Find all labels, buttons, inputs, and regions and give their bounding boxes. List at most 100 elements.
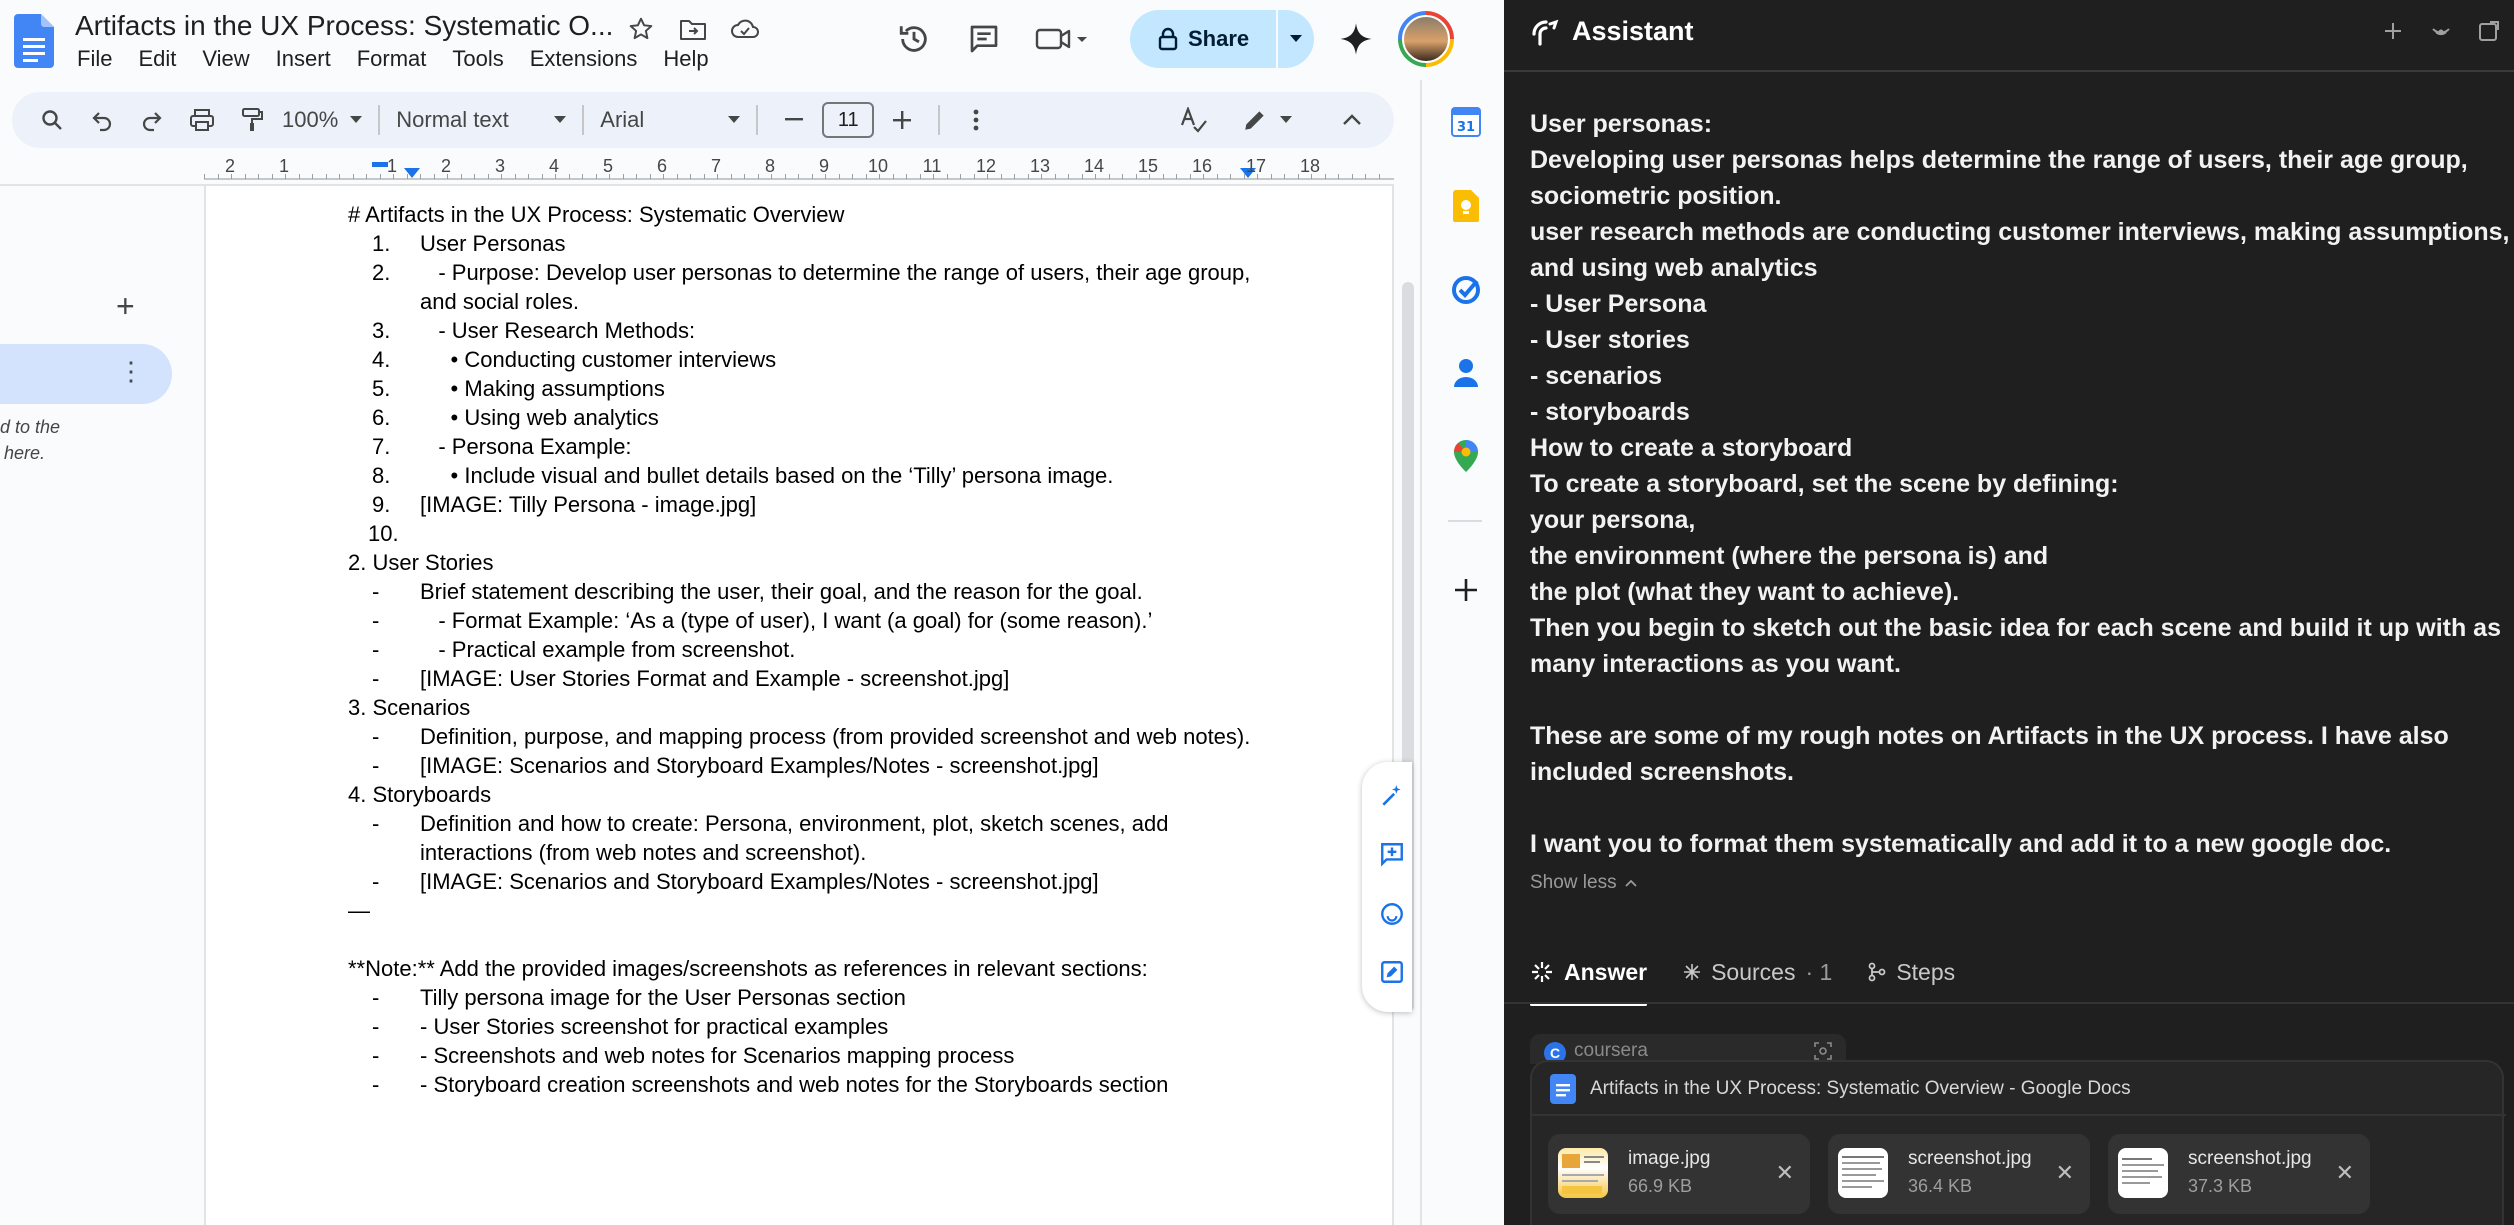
tasks-icon[interactable] — [1450, 274, 1482, 306]
get-addons-plus-icon[interactable] — [1450, 574, 1482, 606]
move-folder-icon[interactable] — [676, 12, 710, 46]
document-body[interactable]: # Artifacts in the UX Process: Systemati… — [348, 200, 1358, 1099]
vertical-scrollbar[interactable] — [1398, 186, 1420, 1225]
document-line[interactable]: 7. - Persona Example: — [348, 432, 1358, 461]
help-me-write-icon[interactable] — [1378, 782, 1406, 810]
broadcast-icon[interactable] — [2428, 18, 2454, 44]
account-avatar[interactable] — [1398, 11, 1454, 67]
horizontal-ruler[interactable]: 2 1 1 2 3 4 5 6 7 8 9 10 11 12 13 14 15 16 17 18 — [204, 156, 1394, 184]
open-in-window-icon[interactable] — [2476, 18, 2502, 44]
document-line[interactable]: 2. - Purpose: Develop user personas to d… — [348, 258, 1358, 287]
menu-insert[interactable]: Insert — [276, 46, 331, 72]
screenshot-capture-icon[interactable] — [1814, 1042, 1832, 1060]
share-dropdown-button[interactable] — [1278, 10, 1314, 68]
document-line[interactable]: 5. • Making assumptions — [348, 374, 1358, 403]
docs-logo-icon[interactable] — [14, 14, 54, 68]
attachment-chip[interactable]: screenshot.jpg 37.3 KB ✕ — [2108, 1134, 2370, 1214]
document-line[interactable]: - - Storyboard creation screenshots and w… — [348, 1070, 1358, 1099]
document-line[interactable]: 4. • Conducting customer interviews — [348, 345, 1358, 374]
tab-options-icon[interactable]: ⋮ — [118, 356, 144, 387]
tab-answer[interactable]: Answer — [1530, 944, 1648, 1006]
document-line[interactable]: interactions (from web notes and screens… — [348, 838, 1358, 867]
menu-edit[interactable]: Edit — [138, 46, 176, 72]
cloud-saved-icon[interactable] — [728, 12, 762, 46]
document-line[interactable]: - Tilly persona image for the User Person… — [348, 983, 1358, 1012]
suggest-edits-icon[interactable] — [1378, 958, 1406, 986]
document-line[interactable]: 3. Scenarios — [348, 693, 1358, 722]
font-size-input[interactable]: 11 — [822, 102, 875, 138]
add-tab-icon[interactable]: + — [116, 288, 135, 325]
more-options-icon[interactable] — [956, 100, 996, 140]
add-emoji-icon[interactable] — [1378, 900, 1406, 928]
print-icon[interactable] — [182, 100, 222, 140]
remove-attachment-close-icon[interactable]: ✕ — [1776, 1160, 1794, 1186]
document-line[interactable]: # Artifacts in the UX Process: Systemati… — [348, 200, 1358, 229]
document-line[interactable]: - Brief statement describing the user, th… — [348, 577, 1358, 606]
document-line[interactable] — [348, 925, 1358, 954]
zoom-dropdown[interactable]: 100% — [282, 100, 363, 140]
document-line[interactable]: - [IMAGE: Scenarios and Storyboard Exampl… — [348, 867, 1358, 896]
menu-format[interactable]: Format — [357, 46, 427, 72]
document-line[interactable]: 3. - User Research Methods: — [348, 316, 1358, 345]
calendar-icon[interactable]: 31 — [1450, 106, 1482, 138]
tab-sources[interactable]: Sources · 1 — [1683, 944, 1832, 1000]
document-line[interactable]: — — [348, 896, 1358, 925]
document-line[interactable]: and social roles. — [348, 287, 1358, 316]
keep-icon[interactable] — [1450, 190, 1482, 222]
document-page[interactable]: # Artifacts in the UX Process: Systemati… — [204, 186, 1394, 1225]
attachment-chip[interactable]: image.jpg 66.9 KB ✕ — [1548, 1134, 1810, 1214]
document-line[interactable]: 4. Storyboards — [348, 780, 1358, 809]
meet-icon[interactable] — [1030, 15, 1094, 63]
context-document[interactable]: Artifacts in the UX Process: Systematic … — [1550, 1074, 2131, 1104]
document-line[interactable]: - - Practical example from screenshot. — [348, 635, 1358, 664]
paragraph-style-dropdown[interactable]: Normal text — [396, 100, 567, 140]
font-family-dropdown[interactable]: Arial — [600, 100, 741, 140]
remove-attachment-close-icon[interactable]: ✕ — [2056, 1160, 2074, 1186]
document-line[interactable]: 9. [IMAGE: Tilly Persona - image.jpg] — [348, 490, 1358, 519]
document-line[interactable]: - [IMAGE: User Stories Format and Example… — [348, 664, 1358, 693]
document-line[interactable]: **Note:** Add the provided images/screen… — [348, 954, 1358, 983]
search-menus-icon[interactable] — [32, 100, 72, 140]
contacts-icon[interactable] — [1450, 356, 1482, 388]
document-line[interactable]: - [IMAGE: Scenarios and Storyboard Exampl… — [348, 751, 1358, 780]
menu-file[interactable]: File — [77, 46, 112, 72]
editing-mode-dropdown[interactable] — [1242, 100, 1292, 140]
undo-icon[interactable] — [82, 100, 122, 140]
document-line[interactable]: - Definition, purpose, and mapping proces… — [348, 722, 1358, 751]
version-history-icon[interactable] — [890, 15, 938, 63]
show-less-toggle[interactable]: Show less — [1530, 872, 1637, 894]
document-line[interactable]: 1. User Personas — [348, 229, 1358, 258]
increase-font-size-icon[interactable] — [882, 100, 922, 140]
document-title[interactable]: Artifacts in the UX Process: Systematic … — [75, 10, 613, 42]
first-line-indent-marker[interactable] — [372, 162, 388, 167]
document-line[interactable]: 2. User Stories — [348, 548, 1358, 577]
add-comment-icon[interactable] — [1378, 840, 1406, 868]
comments-icon[interactable] — [960, 15, 1008, 63]
remove-attachment-close-icon[interactable]: ✕ — [2336, 1160, 2354, 1186]
attachment-chip[interactable]: screenshot.jpg 36.4 KB ✕ — [1828, 1134, 2090, 1214]
hide-menus-chevron-up-icon[interactable] — [1332, 100, 1372, 140]
gemini-icon[interactable] — [1336, 19, 1376, 59]
menu-help[interactable]: Help — [663, 46, 708, 72]
star-icon[interactable] — [624, 12, 658, 46]
document-line[interactable]: - - User Stories screenshot for practical… — [348, 1012, 1358, 1041]
maps-icon[interactable] — [1450, 440, 1482, 472]
spelling-check-icon[interactable] — [1174, 100, 1214, 140]
menu-tools[interactable]: Tools — [452, 46, 503, 72]
menu-view[interactable]: View — [202, 46, 249, 72]
new-thread-plus-icon[interactable] — [2380, 18, 2406, 44]
document-line[interactable]: - - Screenshots and web notes for Scenari… — [348, 1041, 1358, 1070]
document-line[interactable]: 8. • Include visual and bullet details b… — [348, 461, 1358, 490]
document-line[interactable]: 6. • Using web analytics — [348, 403, 1358, 432]
decrease-font-size-icon[interactable] — [774, 100, 814, 140]
menu-extensions[interactable]: Extensions — [530, 46, 638, 72]
side-panel-rail: 31 — [1420, 80, 1504, 1225]
document-line[interactable]: 10. — [348, 519, 1358, 548]
share-button[interactable]: Share — [1130, 10, 1278, 68]
tab-steps[interactable]: Steps — [1868, 944, 1955, 1000]
active-tab-item[interactable] — [0, 344, 172, 404]
paint-format-icon[interactable] — [232, 100, 272, 140]
redo-icon[interactable] — [132, 100, 172, 140]
document-line[interactable]: - - Format Example: ‘As a (type of user)… — [348, 606, 1358, 635]
document-line[interactable]: - Definition and how to create: Persona, … — [348, 809, 1358, 838]
